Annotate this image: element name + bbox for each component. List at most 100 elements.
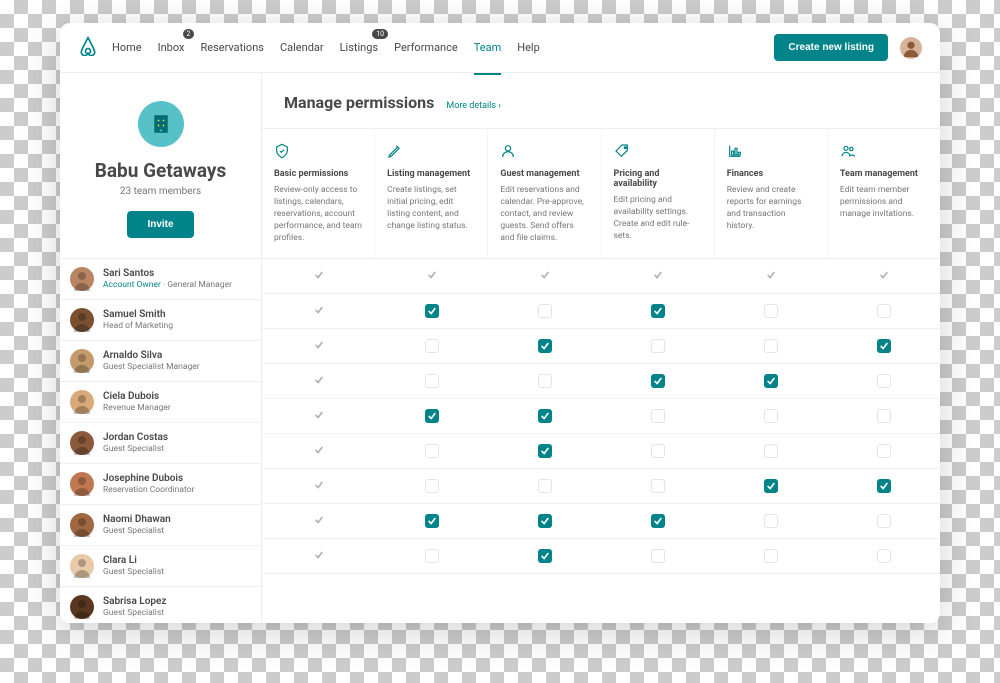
perm-cell[interactable] xyxy=(827,434,940,468)
perm-cell[interactable] xyxy=(488,294,601,328)
member-row[interactable]: Arnaldo SilvaGuest Specialist Manager xyxy=(60,340,261,381)
permission-checkbox[interactable] xyxy=(764,549,778,563)
invite-button[interactable]: Invite xyxy=(127,211,193,238)
permission-checkbox[interactable] xyxy=(877,304,891,318)
permission-checkbox[interactable] xyxy=(877,374,891,388)
perm-cell[interactable] xyxy=(488,469,601,503)
permission-checkbox[interactable] xyxy=(425,374,439,388)
perm-cell[interactable] xyxy=(375,399,488,433)
permission-checkbox[interactable] xyxy=(538,304,552,318)
perm-cell[interactable] xyxy=(488,539,601,573)
permission-checkbox[interactable] xyxy=(538,374,552,388)
member-row[interactable]: Sari SantosAccount Owner · General Manag… xyxy=(60,258,261,299)
permission-checkbox[interactable] xyxy=(425,339,439,353)
perm-cell[interactable] xyxy=(714,294,827,328)
member-row[interactable]: Sabrisa LopezGuest Specialist xyxy=(60,586,261,623)
member-row[interactable]: Jordan CostasGuest Specialist xyxy=(60,422,261,463)
perm-cell[interactable] xyxy=(714,399,827,433)
nav-performance[interactable]: Performance xyxy=(394,37,458,58)
perm-cell[interactable] xyxy=(601,504,714,538)
perm-cell[interactable] xyxy=(601,364,714,398)
perm-cell[interactable] xyxy=(375,539,488,573)
perm-cell[interactable] xyxy=(827,504,940,538)
permission-checkbox[interactable] xyxy=(538,339,552,353)
permission-checkbox[interactable] xyxy=(651,549,665,563)
permission-checkbox[interactable] xyxy=(651,339,665,353)
permission-checkbox[interactable] xyxy=(877,549,891,563)
permission-checkbox[interactable] xyxy=(425,514,439,528)
perm-cell[interactable] xyxy=(827,294,940,328)
perm-cell[interactable] xyxy=(488,504,601,538)
permission-checkbox[interactable] xyxy=(651,514,665,528)
permission-checkbox[interactable] xyxy=(425,479,439,493)
permission-checkbox[interactable] xyxy=(425,409,439,423)
perm-cell[interactable] xyxy=(714,469,827,503)
perm-cell[interactable] xyxy=(714,504,827,538)
permission-checkbox[interactable] xyxy=(425,304,439,318)
member-row[interactable]: Ciela DuboisRevenue Manager xyxy=(60,381,261,422)
permission-checkbox[interactable] xyxy=(764,339,778,353)
permission-checkbox[interactable] xyxy=(538,514,552,528)
permission-checkbox[interactable] xyxy=(764,304,778,318)
member-row[interactable]: Naomi DhawanGuest Specialist xyxy=(60,504,261,545)
perm-cell[interactable] xyxy=(375,329,488,363)
perm-cell[interactable] xyxy=(827,364,940,398)
nav-home[interactable]: Home xyxy=(112,37,142,58)
permission-checkbox[interactable] xyxy=(764,514,778,528)
perm-cell[interactable] xyxy=(601,539,714,573)
perm-cell[interactable] xyxy=(375,294,488,328)
permission-checkbox[interactable] xyxy=(764,479,778,493)
permission-checkbox[interactable] xyxy=(651,479,665,493)
perm-cell[interactable] xyxy=(827,539,940,573)
perm-cell[interactable] xyxy=(375,504,488,538)
perm-cell[interactable] xyxy=(827,469,940,503)
permission-checkbox[interactable] xyxy=(538,409,552,423)
perm-cell[interactable] xyxy=(601,329,714,363)
perm-cell[interactable] xyxy=(827,399,940,433)
perm-cell[interactable] xyxy=(375,434,488,468)
create-listing-button[interactable]: Create new listing xyxy=(774,34,888,61)
permission-checkbox[interactable] xyxy=(877,479,891,493)
member-row[interactable]: Josephine DuboisReservation Coordinator xyxy=(60,463,261,504)
perm-cell[interactable] xyxy=(375,469,488,503)
perm-cell[interactable] xyxy=(601,294,714,328)
permission-checkbox[interactable] xyxy=(877,444,891,458)
nav-calendar[interactable]: Calendar xyxy=(280,37,324,58)
profile-avatar[interactable] xyxy=(900,37,922,59)
permission-checkbox[interactable] xyxy=(877,339,891,353)
nav-reservations[interactable]: Reservations xyxy=(200,37,263,58)
perm-cell[interactable] xyxy=(375,364,488,398)
permission-checkbox[interactable] xyxy=(425,444,439,458)
permission-checkbox[interactable] xyxy=(538,444,552,458)
perm-cell[interactable] xyxy=(714,434,827,468)
nav-inbox[interactable]: Inbox2 xyxy=(158,37,185,58)
perm-cell[interactable] xyxy=(488,399,601,433)
nav-team[interactable]: Team xyxy=(474,37,502,58)
permission-checkbox[interactable] xyxy=(764,444,778,458)
permission-checkbox[interactable] xyxy=(425,549,439,563)
nav-listings[interactable]: Listings10 xyxy=(340,37,378,58)
perm-cell[interactable] xyxy=(601,469,714,503)
perm-cell[interactable] xyxy=(714,539,827,573)
perm-cell[interactable] xyxy=(488,364,601,398)
permission-checkbox[interactable] xyxy=(538,549,552,563)
nav-help[interactable]: Help xyxy=(517,37,540,58)
permission-checkbox[interactable] xyxy=(651,409,665,423)
perm-cell[interactable] xyxy=(601,399,714,433)
brand-logo-icon[interactable] xyxy=(78,36,98,60)
permission-checkbox[interactable] xyxy=(877,409,891,423)
member-row[interactable]: Clara LiGuest Specialist xyxy=(60,545,261,586)
perm-cell[interactable] xyxy=(714,364,827,398)
perm-cell[interactable] xyxy=(827,329,940,363)
perm-cell[interactable] xyxy=(488,329,601,363)
permission-checkbox[interactable] xyxy=(651,444,665,458)
permission-checkbox[interactable] xyxy=(877,514,891,528)
permission-checkbox[interactable] xyxy=(651,304,665,318)
permission-checkbox[interactable] xyxy=(651,374,665,388)
permission-checkbox[interactable] xyxy=(538,479,552,493)
more-details-link[interactable]: More details › xyxy=(446,101,501,111)
member-row[interactable]: Samuel SmithHead of Marketing xyxy=(60,299,261,340)
perm-cell[interactable] xyxy=(488,434,601,468)
permission-checkbox[interactable] xyxy=(764,409,778,423)
perm-cell[interactable] xyxy=(601,434,714,468)
